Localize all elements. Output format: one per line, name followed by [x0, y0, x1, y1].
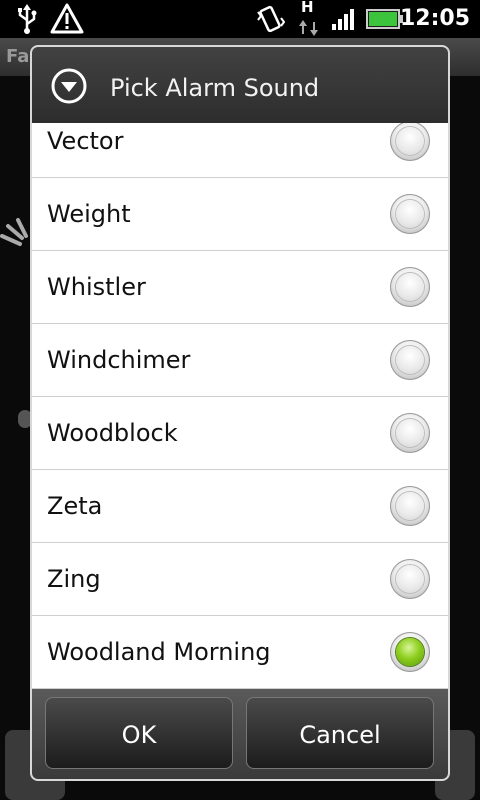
radio-button[interactable] [390, 123, 430, 161]
list-item-zing[interactable]: Zing [32, 543, 448, 616]
ok-button[interactable]: OK [45, 697, 233, 769]
data-arrows-icon: H [298, 0, 320, 38]
list-item-label: Zeta [47, 492, 103, 520]
list-item-label: Woodblock [47, 419, 178, 447]
list-item-label: Zing [47, 565, 101, 593]
pick-alarm-sound-dialog: Pick Alarm Sound Vector Weight Whistler … [30, 45, 450, 781]
list-item-zeta[interactable]: Zeta [32, 470, 448, 543]
list-item-label: Weight [47, 200, 131, 228]
alarm-sound-list[interactable]: Vector Weight Whistler Windchimer Woodbl… [32, 123, 448, 689]
signal-icon [332, 9, 354, 30]
dialog-header: Pick Alarm Sound [32, 47, 448, 123]
list-item-label: Woodland Morning [47, 638, 271, 666]
list-item-windchimer[interactable]: Windchimer [32, 324, 448, 397]
radio-button[interactable] [390, 632, 430, 672]
vibrate-icon [257, 5, 285, 33]
list-item-weight[interactable]: Weight [32, 178, 448, 251]
dialog-footer: OK Cancel [32, 689, 448, 779]
battery-icon [366, 9, 403, 29]
dialog-title: Pick Alarm Sound [110, 74, 320, 102]
list-item-label: Vector [47, 127, 124, 155]
usb-icon [18, 4, 37, 34]
list-item-label: Windchimer [47, 346, 191, 374]
list-item-vector[interactable]: Vector [32, 123, 448, 178]
radio-button[interactable] [390, 194, 430, 234]
radio-button[interactable] [390, 559, 430, 599]
radio-button[interactable] [390, 486, 430, 526]
radio-button[interactable] [390, 267, 430, 307]
chevron-down-circle-icon [51, 68, 87, 104]
network-type-label: H [301, 0, 314, 16]
warning-icon [50, 3, 84, 34]
clock: 12:05 [399, 6, 470, 31]
radio-button[interactable] [390, 413, 430, 453]
cancel-button[interactable]: Cancel [246, 697, 434, 769]
list-item-woodland-morning[interactable]: Woodland Morning [32, 616, 448, 689]
radio-button[interactable] [390, 340, 430, 380]
list-item-label: Whistler [47, 273, 146, 301]
status-bar: H 12:05 [0, 0, 480, 38]
list-item-woodblock[interactable]: Woodblock [32, 397, 448, 470]
list-item-whistler[interactable]: Whistler [32, 251, 448, 324]
